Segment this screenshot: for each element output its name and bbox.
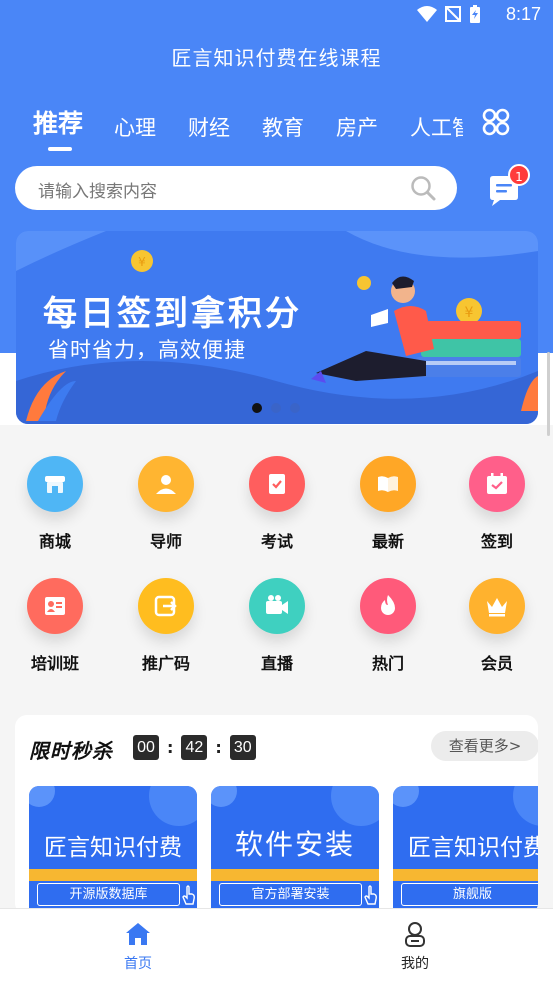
tab-finance[interactable]: 财经 bbox=[188, 112, 230, 142]
battery-charging-icon bbox=[470, 5, 480, 23]
shortcut-label: 培训班 bbox=[30, 654, 79, 673]
product-tag: 旗舰版 bbox=[401, 883, 538, 906]
store-icon bbox=[27, 456, 83, 512]
timer-hours: 00 bbox=[133, 735, 159, 760]
product-list: 匠言知识付费 开源版数据库 软件安装 官方部署安装 匠言知识付费 旗舰版 bbox=[29, 786, 538, 915]
status-icons bbox=[417, 5, 481, 23]
timer-separator: : bbox=[215, 738, 222, 757]
product-card[interactable]: 匠言知识付费 旗舰版 bbox=[393, 786, 538, 915]
product-tag: 开源版数据库 bbox=[37, 883, 180, 906]
timer-separator: : bbox=[167, 738, 174, 757]
tab-real-estate[interactable]: 房产 bbox=[336, 112, 378, 142]
product-name: 匠言知识付费 bbox=[408, 835, 538, 861]
banner-subtitle: 省时省力，高效便捷 bbox=[48, 338, 246, 362]
search-input[interactable]: 请输入搜索内容 bbox=[15, 166, 457, 210]
home-icon bbox=[126, 923, 150, 945]
tab-active-indicator bbox=[48, 147, 72, 151]
shortcut-checkin[interactable]: 签到 bbox=[452, 456, 542, 552]
nav-label: 首页 bbox=[124, 956, 152, 972]
no-signal-icon bbox=[445, 6, 461, 22]
shortcut-label: 热门 bbox=[371, 654, 404, 673]
pointer-hand-icon bbox=[364, 885, 377, 905]
tab-psychology[interactable]: 心理 bbox=[114, 112, 156, 142]
tab-recommend[interactable]: 推荐 bbox=[33, 104, 83, 140]
banner-pagination bbox=[252, 403, 300, 413]
message-badge: 1 bbox=[508, 164, 530, 186]
shortcut-promo-code[interactable]: 推广码 bbox=[121, 578, 211, 674]
nav-label: 我的 bbox=[401, 956, 429, 972]
product-stripe bbox=[29, 869, 197, 881]
app-screen: 8:17 匠言知识付费在线课程 推荐 心理 财经 教育 房产 人工智能 请输入搜… bbox=[0, 0, 553, 983]
banner-dot[interactable] bbox=[252, 403, 262, 413]
shortcut-hot[interactable]: 热门 bbox=[343, 578, 433, 674]
shortcut-teacher[interactable]: 导师 bbox=[121, 456, 211, 552]
app-title: 匠言知识付费在线课程 bbox=[171, 46, 382, 70]
shortcut-member[interactable]: 会员 bbox=[452, 578, 542, 674]
shortcut-label: 签到 bbox=[480, 532, 513, 551]
product-name: 匠言知识付费 bbox=[44, 835, 182, 861]
user-icon bbox=[405, 922, 425, 947]
video-camera-icon bbox=[249, 578, 305, 634]
search-placeholder: 请输入搜索内容 bbox=[38, 182, 157, 202]
shortcut-label: 会员 bbox=[480, 654, 513, 673]
banner-dot[interactable] bbox=[290, 403, 300, 413]
nav-mine[interactable]: 我的 bbox=[375, 921, 455, 973]
share-icon bbox=[138, 578, 194, 634]
profile-card-icon bbox=[27, 578, 83, 634]
promo-banner[interactable]: ¥ ¥ 每日签到拿积分 省时省力，高效便捷 bbox=[16, 231, 538, 424]
banner-title: 每日签到拿积分 bbox=[43, 294, 302, 334]
teacher-icon bbox=[138, 456, 194, 512]
tab-ai[interactable]: 人工智能 bbox=[410, 112, 463, 142]
product-name: 软件安装 bbox=[234, 828, 355, 861]
scroll-indicator bbox=[547, 352, 550, 436]
flash-sale-section: 限时秒杀 00 : 42 : 30 查看更多> 匠言知识付费 开源版数据库 软件… bbox=[15, 715, 538, 915]
shortcut-live[interactable]: 直播 bbox=[232, 578, 322, 674]
search-icon[interactable] bbox=[409, 174, 437, 202]
fire-icon bbox=[360, 578, 416, 634]
view-more-button[interactable]: 查看更多> bbox=[431, 731, 538, 761]
shortcut-exam[interactable]: 考试 bbox=[232, 456, 322, 552]
status-bar: 8:17 bbox=[0, 0, 553, 30]
shortcut-training[interactable]: 培训班 bbox=[10, 578, 100, 674]
shortcut-grid: 商城 导师 考试 最新 签到 培训班 推广码 直播 热门 会员 bbox=[0, 440, 553, 690]
product-tag: 官方部署安装 bbox=[219, 883, 362, 906]
countdown-timer: 00 : 42 : 30 bbox=[133, 735, 256, 760]
shortcut-label: 导师 bbox=[149, 532, 182, 551]
crown-icon bbox=[469, 578, 525, 634]
calendar-check-icon bbox=[469, 456, 525, 512]
shortcut-label: 考试 bbox=[260, 532, 293, 551]
banner-dot[interactable] bbox=[271, 403, 281, 413]
bottom-navigation: 首页 我的 bbox=[0, 908, 553, 983]
book-icon bbox=[360, 456, 416, 512]
product-card[interactable]: 软件安装 官方部署安装 bbox=[211, 786, 379, 915]
exam-icon bbox=[249, 456, 305, 512]
timer-minutes: 42 bbox=[181, 735, 208, 760]
shortcut-store[interactable]: 商城 bbox=[10, 456, 100, 552]
nav-home[interactable]: 首页 bbox=[98, 921, 178, 973]
wifi-icon bbox=[417, 6, 437, 22]
tab-education[interactable]: 教育 bbox=[262, 112, 304, 142]
shortcut-latest[interactable]: 最新 bbox=[343, 456, 433, 552]
shortcut-label: 推广码 bbox=[141, 654, 190, 673]
product-stripe bbox=[211, 869, 379, 881]
svg-text:¥: ¥ bbox=[138, 255, 146, 269]
shortcut-label: 直播 bbox=[260, 654, 293, 673]
status-time: 8:17 bbox=[505, 4, 541, 24]
shortcut-label: 商城 bbox=[38, 532, 71, 551]
svg-text:¥: ¥ bbox=[465, 305, 474, 321]
category-grid-icon[interactable] bbox=[482, 108, 510, 136]
product-card[interactable]: 匠言知识付费 开源版数据库 bbox=[29, 786, 197, 915]
shortcut-label: 最新 bbox=[371, 532, 404, 551]
pointer-hand-icon bbox=[182, 885, 195, 905]
product-stripe bbox=[393, 869, 538, 881]
timer-seconds: 30 bbox=[229, 735, 256, 760]
flash-sale-title: 限时秒杀 bbox=[29, 739, 113, 763]
category-tabs: 推荐 心理 财经 教育 房产 人工智能 bbox=[33, 100, 463, 156]
